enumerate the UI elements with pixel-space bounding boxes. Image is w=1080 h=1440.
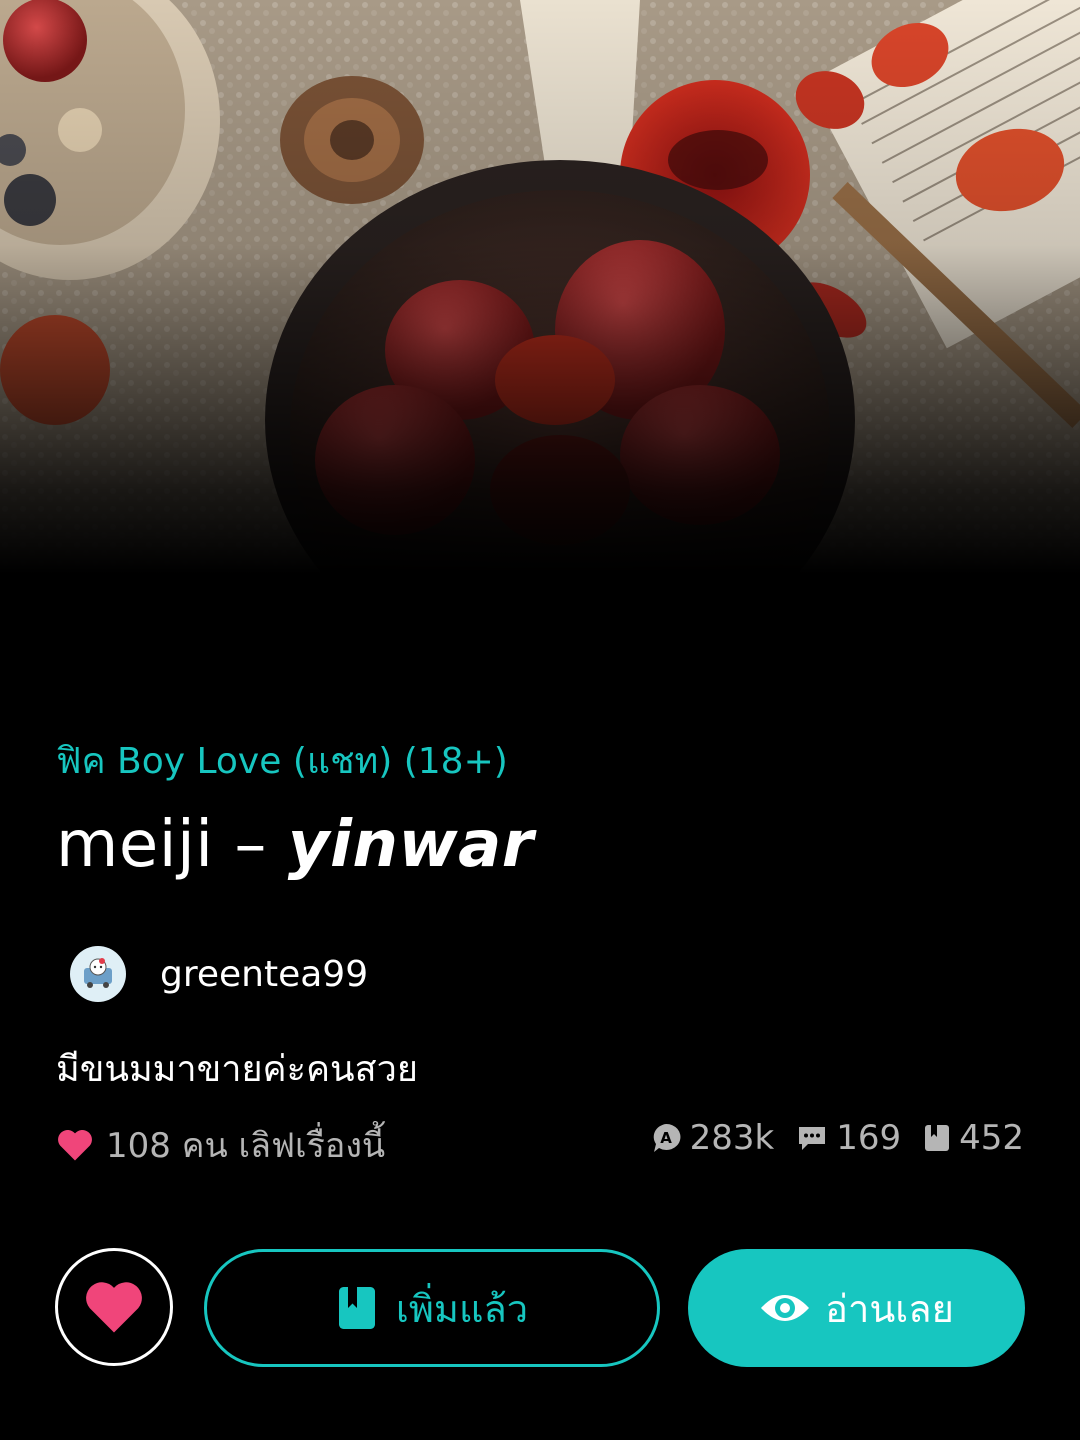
views-stat: A 283k (650, 1118, 775, 1158)
eye-icon (761, 1295, 810, 1321)
views-icon: A (653, 1123, 681, 1152)
read-now-button[interactable]: อ่านเลย (688, 1249, 1025, 1367)
genre-label[interactable]: ฟิค Boy Love (แชท) (18+) (56, 732, 508, 789)
author-row[interactable]: greentea99 (70, 946, 368, 1002)
story-description: มีขนมมาขายค่ะคนสวย (56, 1049, 418, 1090)
comments-stat: 169 (796, 1118, 901, 1158)
heart-icon (86, 1282, 142, 1333)
chapters-count: 452 (959, 1118, 1024, 1158)
author-name[interactable]: greentea99 (160, 954, 368, 995)
story-title-italic: yinwar (287, 808, 534, 882)
chapters-stat: 452 (923, 1118, 1024, 1158)
heart-icon (58, 1129, 92, 1161)
bookmark-book-icon (338, 1287, 375, 1329)
comment-icon (799, 1127, 826, 1150)
svg-text:A: A (660, 1129, 672, 1147)
story-title-main: meiji – (56, 808, 288, 882)
added-to-library-button[interactable]: เพิ่มแล้ว (204, 1249, 660, 1367)
cover-image (0, 0, 1080, 700)
read-label: อ่านเลย (825, 1286, 954, 1331)
avatar[interactable] (70, 946, 126, 1002)
added-label: เพิ่มแล้ว (395, 1286, 529, 1331)
love-button[interactable] (55, 1248, 173, 1366)
views-count: 283k (689, 1118, 775, 1158)
story-stats: A 283k 169 452 (650, 1118, 1024, 1158)
story-title: meiji – yinwar (56, 808, 534, 882)
comments-count: 169 (836, 1118, 902, 1158)
book-icon (925, 1125, 950, 1151)
likes-text: 108 คน เลิฟเรื่องนี้ (106, 1126, 386, 1166)
likes-summary: 108 คน เลิฟเรื่องนี้ (56, 1118, 385, 1172)
